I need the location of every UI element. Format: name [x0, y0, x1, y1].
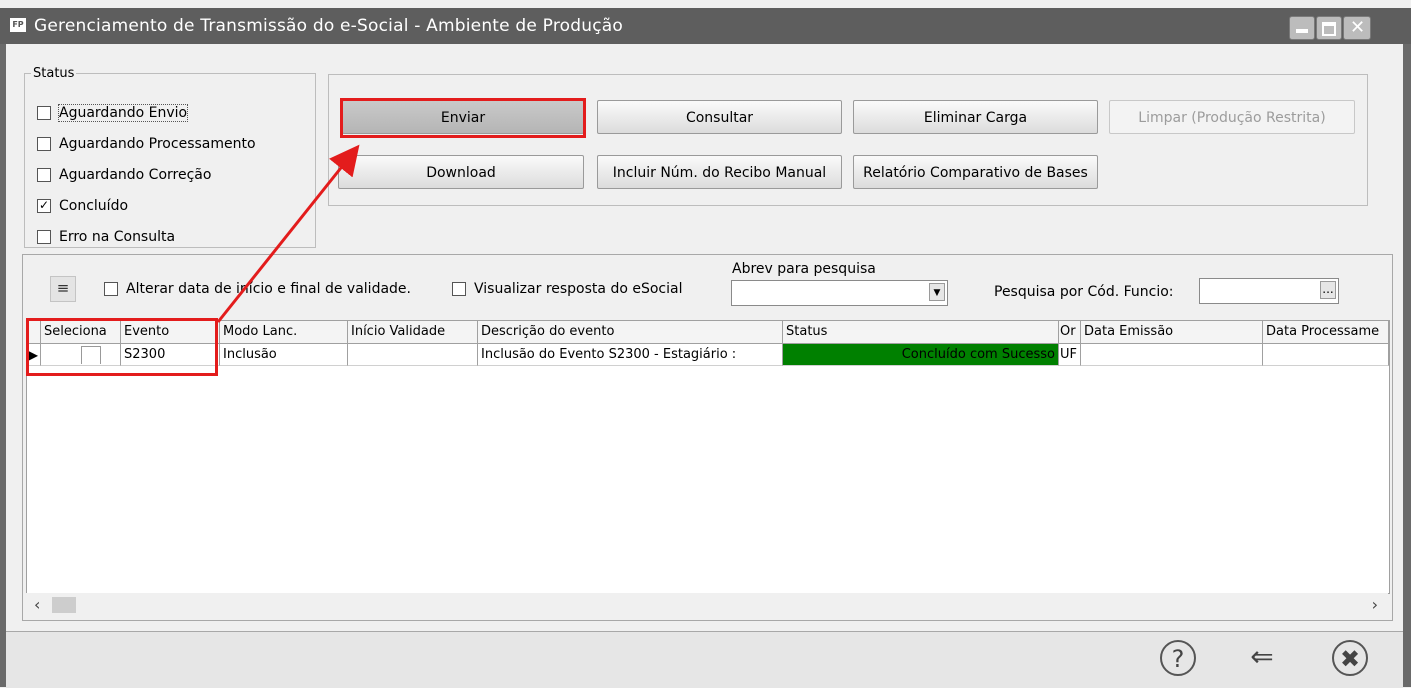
column-header-seleciona[interactable]: Seleciona	[41, 321, 121, 343]
column-header-data-processamento[interactable]: Data Processame	[1263, 321, 1389, 343]
maximize-icon	[1322, 22, 1336, 36]
checkbox-aguardando-correcao[interactable]: Aguardando Correção	[37, 167, 211, 183]
main-window: FP Gerenciamento de Transmissão do e-Soc…	[0, 0, 1411, 688]
close-icon: ✕	[1350, 17, 1366, 38]
row-indicator-icon: ▶	[27, 344, 41, 366]
column-header-modo-lanc[interactable]: Modo Lanc.	[220, 321, 348, 343]
column-header-data-emissao[interactable]: Data Emissão	[1081, 321, 1263, 343]
checkbox-box-checked[interactable]: ✓	[37, 199, 51, 213]
relatorio-comparativo-button[interactable]: Relatório Comparativo de Bases	[853, 155, 1098, 189]
incluir-recibo-manual-button[interactable]: Incluir Núm. do Recibo Manual	[597, 155, 842, 189]
alterar-data-option[interactable]: Alterar data de início e final de valida…	[104, 281, 411, 297]
checkbox-box[interactable]	[37, 137, 51, 151]
help-icon[interactable]: ?	[1160, 640, 1196, 676]
visualizar-resposta-label: Visualizar resposta do eSocial	[474, 281, 683, 297]
minimize-button[interactable]	[1289, 16, 1315, 40]
table-row[interactable]: ▶ S2300 Inclusão Inclusão do Evento S230…	[27, 344, 1389, 366]
checkbox-label: Erro na Consulta	[59, 229, 176, 245]
checkbox-label: Concluído	[59, 198, 129, 214]
grid-header: Seleciona Evento Modo Lanc. Início Valid…	[27, 321, 1389, 344]
checkbox-box[interactable]	[37, 106, 51, 120]
column-header-inicio-validade[interactable]: Início Validade	[348, 321, 478, 343]
events-grid[interactable]: Seleciona Evento Modo Lanc. Início Valid…	[26, 320, 1390, 594]
app-icon: FP	[10, 18, 26, 32]
consultar-button[interactable]: Consultar	[597, 100, 842, 134]
cell-descricao[interactable]: Inclusão do Evento S2300 - Estagiário :	[478, 344, 783, 366]
horizontal-scrollbar[interactable]: ‹ ›	[26, 593, 1388, 617]
scroll-right-icon[interactable]: ›	[1372, 595, 1378, 614]
maximize-button[interactable]	[1316, 16, 1342, 40]
checkbox-label: Aguardando Processamento	[59, 136, 256, 152]
chevron-down-icon[interactable]: ▼	[929, 283, 945, 301]
enviar-button[interactable]: Enviar	[342, 100, 584, 134]
eliminar-carga-button[interactable]: Eliminar Carga	[853, 100, 1098, 134]
column-header-evento[interactable]: Evento	[121, 321, 220, 343]
filter-options-icon[interactable]: ≡	[50, 276, 76, 302]
alterar-data-label: Alterar data de início e final de valida…	[126, 281, 411, 297]
column-header-status[interactable]: Status	[783, 321, 1059, 343]
cell-inicio-validade[interactable]	[348, 344, 478, 366]
window-title: Gerenciamento de Transmissão do e-Social…	[34, 16, 623, 36]
indicator-header	[27, 321, 41, 343]
scroll-left-icon[interactable]: ‹	[34, 595, 40, 614]
cell-status[interactable]: Concluído com Sucesso	[783, 344, 1059, 366]
close-circle-icon[interactable]: ✖	[1332, 640, 1368, 676]
checkbox-aguardando-processamento[interactable]: Aguardando Processamento	[37, 136, 256, 152]
checkbox-label: Aguardando Envio	[57, 104, 189, 122]
cell-modo-lanc[interactable]: Inclusão	[220, 344, 348, 366]
column-header-descricao[interactable]: Descrição do evento	[478, 321, 783, 343]
limpar-producao-restrita-button[interactable]: Limpar (Produção Restrita)	[1109, 100, 1355, 134]
title-bar[interactable]: FP Gerenciamento de Transmissão do e-Soc…	[0, 8, 1411, 44]
back-arrow-icon[interactable]: ⇐	[1244, 640, 1280, 676]
minimize-icon	[1296, 29, 1308, 33]
cell-evento[interactable]: S2300	[121, 344, 220, 366]
window-right-border	[1403, 44, 1411, 687]
checkbox-aguardando-envio[interactable]: Aguardando Envio	[37, 104, 189, 122]
checkbox-box[interactable]	[37, 168, 51, 182]
checkbox-erro-consulta[interactable]: Erro na Consulta	[37, 229, 175, 245]
abrev-label: Abrev para pesquisa	[732, 261, 876, 277]
pesquisa-cod-label: Pesquisa por Cód. Funcio:	[994, 284, 1174, 300]
cell-seleciona[interactable]	[41, 344, 121, 366]
checkbox-box[interactable]	[104, 282, 118, 296]
ellipsis-button[interactable]: ...	[1320, 281, 1336, 299]
column-header-or[interactable]: Or	[1059, 321, 1081, 343]
cell-data-emissao[interactable]	[1081, 344, 1263, 366]
checkbox-box[interactable]	[37, 230, 51, 244]
select-row-checkbox[interactable]	[81, 346, 101, 364]
status-group: Status Aguardando Envio Aguardando Proce…	[24, 66, 316, 248]
cell-data-processamento[interactable]	[1263, 344, 1389, 366]
download-button[interactable]: Download	[338, 155, 584, 189]
checkbox-box[interactable]	[452, 282, 466, 296]
cell-or[interactable]: UF	[1059, 344, 1081, 366]
visualizar-resposta-option[interactable]: Visualizar resposta do eSocial	[452, 281, 682, 297]
abrev-combo[interactable]: ▼	[731, 280, 948, 306]
close-window-button[interactable]: ✕	[1343, 16, 1371, 40]
window-left-border	[0, 44, 6, 687]
checkbox-concluido[interactable]: ✓ Concluído	[37, 198, 128, 214]
checkbox-label: Aguardando Correção	[59, 167, 212, 183]
pesquisa-cod-input[interactable]: ...	[1199, 278, 1339, 304]
status-legend: Status	[33, 66, 75, 81]
scroll-thumb[interactable]	[52, 597, 76, 613]
